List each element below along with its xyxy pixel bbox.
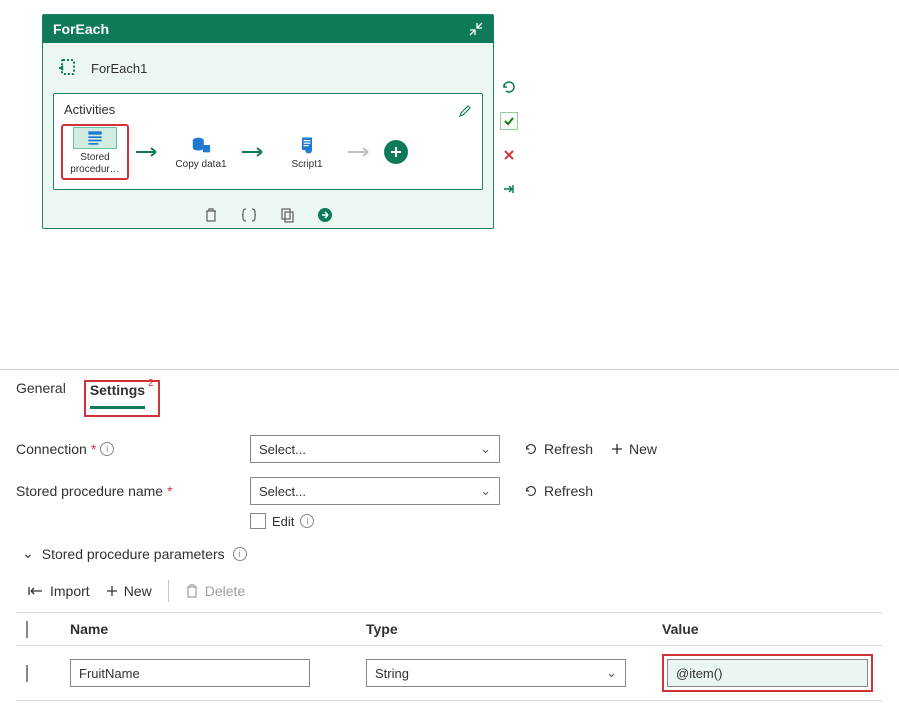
copy-icon[interactable]: [278, 206, 296, 224]
activity-stored-procedure[interactable]: Stored procedur…: [62, 125, 128, 179]
connection-select[interactable]: Select... ⌄: [250, 435, 500, 463]
chevron-down-icon: ⌄: [480, 483, 491, 499]
activity-stored-procedure-label: Stored procedur…: [62, 152, 128, 175]
param-type-value: String: [375, 666, 409, 681]
foreach-icon: [59, 57, 81, 79]
sp-name-label: Stored procedure name: [16, 483, 163, 499]
activity-script[interactable]: Script1: [274, 134, 340, 171]
new-param-label: New: [124, 583, 152, 599]
col-name-header: Name: [70, 621, 350, 637]
chevron-down-icon: ⌄: [480, 441, 491, 457]
param-value-input[interactable]: @item(): [667, 659, 868, 687]
table-row: FruitName String ⌄ @item(): [16, 646, 883, 700]
side-refresh-icon[interactable]: [500, 78, 518, 96]
param-value-text: @item(): [676, 666, 722, 681]
tabs: General Settings 2: [0, 370, 899, 417]
sp-params-section-toggle[interactable]: ⌄ Stored procedure parameters i: [22, 545, 883, 562]
chevron-down-icon: ⌄: [606, 665, 617, 681]
param-name-input[interactable]: FruitName: [70, 659, 310, 687]
required-asterisk: *: [91, 441, 96, 457]
new-connection-button[interactable]: New: [611, 441, 657, 457]
edit-label: Edit: [272, 514, 294, 529]
side-close-icon[interactable]: [500, 146, 518, 164]
add-activity-button[interactable]: [384, 140, 408, 164]
connection-label: Connection: [16, 441, 87, 457]
tab-general[interactable]: General: [16, 380, 66, 417]
refresh-connection-button[interactable]: Refresh: [524, 441, 593, 457]
sp-name-select[interactable]: Select... ⌄: [250, 477, 500, 505]
delete-label: Delete: [205, 583, 245, 599]
refresh-label: Refresh: [544, 483, 593, 499]
foreach-toolbar: [43, 200, 493, 228]
activity-script-label: Script1: [291, 159, 322, 171]
param-type-select[interactable]: String ⌄: [366, 659, 626, 687]
connection-select-placeholder: Select...: [259, 442, 306, 457]
sp-name-select-placeholder: Select...: [259, 484, 306, 499]
tab-settings-badge: 2: [148, 378, 154, 389]
info-icon[interactable]: i: [233, 547, 247, 561]
refresh-sp-button[interactable]: Refresh: [524, 483, 593, 499]
info-icon[interactable]: i: [100, 442, 114, 456]
arrow-icon: [134, 145, 162, 159]
chevron-down-icon: ⌄: [22, 545, 34, 562]
separator: [168, 580, 169, 602]
arrow-icon-disabled: [346, 145, 374, 159]
params-table: Name Type Value FruitName String ⌄ @it: [16, 612, 883, 701]
braces-icon[interactable]: [240, 206, 258, 224]
delete-icon[interactable]: [202, 206, 220, 224]
new-param-button[interactable]: New: [106, 583, 152, 599]
table-header: Name Type Value: [16, 613, 883, 646]
side-forward-icon[interactable]: [500, 180, 518, 198]
collapse-icon[interactable]: [469, 22, 483, 36]
select-all-checkbox[interactable]: [26, 621, 28, 638]
run-icon[interactable]: [316, 206, 334, 224]
delete-param-button[interactable]: Delete: [185, 583, 245, 599]
foreach-name: ForEach1: [91, 61, 147, 76]
import-label: Import: [50, 583, 90, 599]
pencil-icon[interactable]: [456, 102, 474, 120]
activity-copy-data[interactable]: Copy data1: [168, 134, 234, 171]
required-asterisk: *: [167, 483, 172, 499]
activities-box: Activities: [53, 93, 483, 190]
edit-checkbox[interactable]: [250, 513, 266, 529]
param-name-value: FruitName: [79, 666, 140, 681]
foreach-title: ForEach: [53, 21, 109, 37]
tab-settings[interactable]: Settings: [90, 382, 145, 409]
arrow-icon: [240, 145, 268, 159]
row-checkbox[interactable]: [26, 665, 28, 682]
activity-copy-data-label: Copy data1: [175, 159, 226, 171]
import-button[interactable]: Import: [28, 583, 90, 599]
side-check-icon[interactable]: [500, 112, 518, 130]
new-label: New: [629, 441, 657, 457]
foreach-container[interactable]: ForEach ForEach1 Ac: [42, 14, 494, 229]
info-icon[interactable]: i: [300, 514, 314, 528]
activities-label: Activities: [62, 100, 115, 121]
sp-params-label: Stored procedure parameters: [42, 546, 225, 562]
refresh-label: Refresh: [544, 441, 593, 457]
col-value-header: Value: [662, 621, 873, 637]
col-type-header: Type: [366, 621, 646, 637]
foreach-header: ForEach: [43, 15, 493, 43]
